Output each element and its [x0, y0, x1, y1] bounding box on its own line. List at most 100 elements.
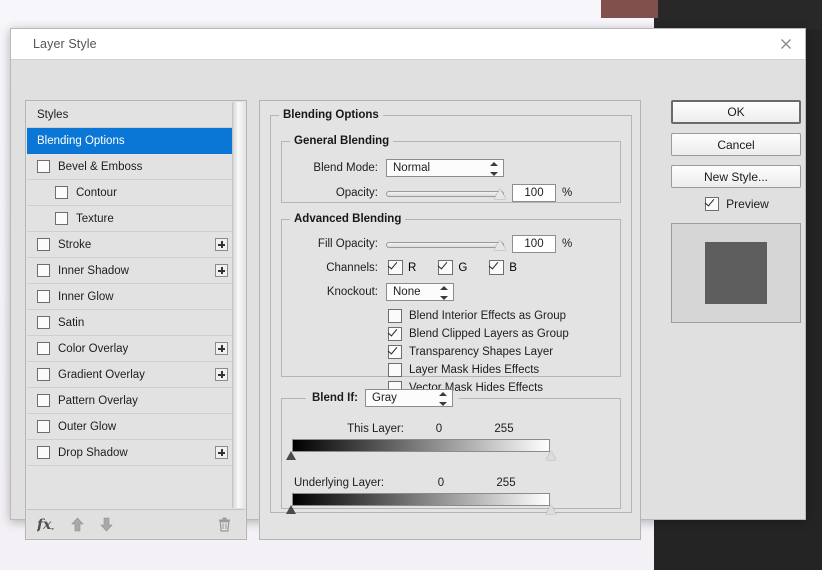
advanced-checkbox-group: Blend Interior Effects as Group Blend Cli…: [388, 307, 569, 397]
fill-opacity-slider[interactable]: [386, 239, 506, 250]
blend-if-group: Blend If: Gray This Layer: 0 255 Underlying…: [281, 389, 621, 514]
channel-checkbox[interactable]: [438, 260, 454, 275]
style-row-pattern-overlay[interactable]: Pattern Overlay: [27, 388, 235, 414]
channel-checkbox[interactable]: [489, 260, 505, 275]
blend-if-slider-header: Underlying Layer: 0 255: [292, 475, 612, 490]
knockout-select[interactable]: None: [386, 283, 454, 301]
blend-if-slider-underlying-layer: Underlying Layer: 0 255: [286, 475, 612, 515]
opacity-input[interactable]: 100: [512, 184, 556, 202]
blend-if-handle-left[interactable]: [286, 451, 296, 460]
checkbox-blend-clipped-layers-as-group[interactable]: Blend Clipped Layers as Group: [388, 325, 569, 343]
style-row-label: Outer Glow: [58, 420, 117, 433]
style-row-label: Gradient Overlay: [58, 368, 145, 381]
general-blending-legend: General Blending: [294, 135, 390, 147]
style-row-label: Inner Glow: [58, 290, 114, 303]
ok-button[interactable]: OK: [671, 100, 801, 124]
fill-opacity-slider-track: [386, 241, 504, 248]
cancel-button[interactable]: Cancel: [671, 133, 801, 156]
general-blending-group: General Blending Blend Mode: Normal Opac…: [281, 135, 621, 203]
stepper-icon: [489, 162, 498, 176]
add-effect-icon[interactable]: [215, 264, 228, 277]
style-checkbox[interactable]: [37, 290, 50, 303]
style-checkbox[interactable]: [55, 212, 68, 225]
advanced-blending-legend: Advanced Blending: [294, 213, 402, 225]
new-style-button[interactable]: New Style...: [671, 165, 801, 188]
channel-g[interactable]: G: [438, 260, 467, 275]
style-row-label: Drop Shadow: [58, 446, 128, 459]
add-effect-icon[interactable]: [215, 238, 228, 251]
style-checkbox[interactable]: [55, 186, 68, 199]
blend-if-gradient-bar[interactable]: [286, 493, 556, 515]
style-checkbox[interactable]: [37, 342, 50, 355]
styles-panel: Styles Blending Options Bevel & Emboss Cont…: [25, 100, 247, 540]
style-row-stroke[interactable]: Stroke: [27, 232, 235, 258]
style-row-inner-glow[interactable]: Inner Glow: [27, 284, 235, 310]
style-checkbox[interactable]: [37, 446, 50, 459]
checkbox-box[interactable]: [388, 327, 402, 341]
style-row-label: Styles: [37, 108, 69, 121]
style-row-contour[interactable]: Contour: [27, 180, 235, 206]
checkbox-layer-mask-hides-effects[interactable]: Layer Mask Hides Effects: [388, 361, 569, 379]
style-row-bevel-emboss[interactable]: Bevel & Emboss: [27, 154, 235, 180]
channel-b[interactable]: B: [489, 260, 517, 275]
styles-scrollbar[interactable]: [232, 102, 245, 508]
fill-opacity-label: Fill Opacity:: [317, 238, 378, 250]
style-checkbox[interactable]: [37, 368, 50, 381]
style-checkbox[interactable]: [37, 394, 50, 407]
preview-checkbox[interactable]: [705, 197, 720, 211]
style-row-label: Pattern Overlay: [58, 394, 138, 407]
checkbox-box[interactable]: [388, 309, 402, 323]
blend-mode-select[interactable]: Normal: [386, 159, 504, 177]
style-row-texture[interactable]: Texture: [27, 206, 235, 232]
preview-thumbnail: [671, 223, 801, 323]
add-effect-icon[interactable]: [215, 446, 228, 459]
opacity-label: Opacity:: [335, 187, 378, 199]
blend-if-handle-left[interactable]: [286, 505, 296, 514]
fill-opacity-unit: %: [562, 238, 573, 250]
checkbox-blend-interior-effects-as-group[interactable]: Blend Interior Effects as Group: [388, 307, 569, 325]
checkbox-box[interactable]: [388, 345, 402, 359]
blend-if-select[interactable]: Gray: [365, 389, 453, 407]
style-row-satin[interactable]: Satin: [27, 310, 235, 336]
style-row-drop-shadow[interactable]: Drop Shadow: [27, 440, 235, 466]
fx-icon[interactable]: fx: [37, 516, 55, 532]
fill-opacity-slider-thumb[interactable]: [494, 239, 506, 250]
dialog-buttons-column: OK Cancel New Style... Preview: [671, 100, 803, 323]
style-checkbox[interactable]: [37, 264, 50, 277]
blend-mode-label: Blend Mode:: [313, 162, 378, 174]
channel-label: B: [509, 261, 517, 274]
style-row-label: Contour: [76, 186, 117, 199]
style-row-label: Inner Shadow: [58, 264, 129, 277]
style-row-outer-glow[interactable]: Outer Glow: [27, 414, 235, 440]
blending-options-group: Blending Options General Blending Blend …: [270, 109, 632, 514]
checkbox-box[interactable]: [388, 363, 402, 377]
trash-icon[interactable]: [218, 517, 231, 532]
opacity-slider[interactable]: [386, 188, 506, 199]
style-row-styles[interactable]: Styles: [27, 102, 235, 128]
styles-list: Styles Blending Options Bevel & Emboss Cont…: [27, 102, 235, 508]
preview-toggle[interactable]: Preview: [671, 197, 803, 211]
blend-if-handle-right[interactable]: [546, 505, 556, 514]
blend-mode-value: Normal: [393, 162, 431, 174]
opacity-slider-thumb[interactable]: [494, 188, 506, 199]
styles-toolbar: fx: [27, 509, 245, 538]
arrow-up-icon[interactable]: [71, 517, 84, 532]
style-row-gradient-overlay[interactable]: Gradient Overlay: [27, 362, 235, 388]
fill-opacity-input[interactable]: 100: [512, 235, 556, 253]
checkbox-transparency-shapes-layer[interactable]: Transparency Shapes Layer: [388, 343, 569, 361]
arrow-down-icon[interactable]: [100, 517, 113, 532]
style-checkbox[interactable]: [37, 420, 50, 433]
style-row-inner-shadow[interactable]: Inner Shadow: [27, 258, 235, 284]
channel-checkbox[interactable]: [388, 260, 403, 275]
blend-if-handle-right[interactable]: [546, 451, 556, 460]
style-row-color-overlay[interactable]: Color Overlay: [27, 336, 235, 362]
add-effect-icon[interactable]: [215, 368, 228, 381]
style-row-blending-options[interactable]: Blending Options: [27, 128, 235, 154]
channel-r[interactable]: R: [388, 260, 416, 275]
blend-if-gradient-bar[interactable]: [286, 439, 556, 461]
style-checkbox[interactable]: [37, 160, 50, 173]
style-checkbox[interactable]: [37, 316, 50, 329]
add-effect-icon[interactable]: [215, 342, 228, 355]
close-icon[interactable]: [775, 34, 797, 54]
style-checkbox[interactable]: [37, 238, 50, 251]
